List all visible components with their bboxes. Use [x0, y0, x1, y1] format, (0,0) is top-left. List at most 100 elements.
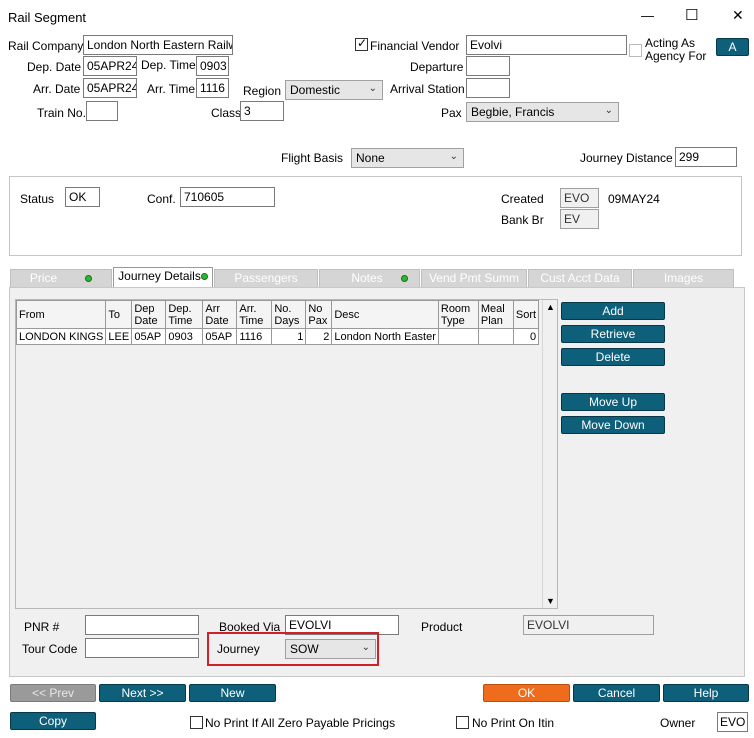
retrieve-button[interactable]: Retrieve: [561, 325, 665, 343]
financial-vendor-field[interactable]: Evolvi: [466, 35, 627, 55]
title-bar: Rail Segment — ☐ ✕: [0, 0, 754, 34]
journey-select[interactable]: SOW ⌄: [285, 639, 376, 659]
arr-time-field[interactable]: 1116: [196, 78, 229, 98]
scroll-up-icon[interactable]: ▲: [546, 302, 555, 312]
tab-images[interactable]: Images: [633, 269, 734, 287]
cancel-button[interactable]: Cancel: [573, 684, 660, 702]
col-header[interactable]: Dep. Time: [165, 300, 204, 329]
minimize-icon[interactable]: —: [641, 8, 654, 23]
tab-passengers[interactable]: Passengers: [214, 269, 318, 287]
class-label: Class: [211, 106, 242, 120]
arr-date-field[interactable]: 05APR24: [83, 78, 137, 98]
flight-basis-select[interactable]: None ⌄: [351, 148, 464, 168]
grid-cell[interactable]: [477, 328, 514, 345]
financial-vendor-checkbox[interactable]: ✓: [355, 36, 368, 51]
tab-price[interactable]: Price: [10, 269, 112, 287]
status-label: Status: [20, 192, 55, 206]
col-header[interactable]: Sort: [512, 300, 540, 329]
col-header[interactable]: Meal Plan: [477, 300, 514, 329]
bank-br-field: EV: [560, 209, 599, 229]
grid-cell[interactable]: 0: [512, 328, 540, 345]
journey-grid: From To Dep Date Dep. Time Arr Date Arr. Tim…: [15, 300, 540, 345]
region-value: Domestic: [290, 83, 341, 97]
dep-time-field[interactable]: 0903: [196, 56, 229, 76]
flight-basis-value: None: [356, 151, 385, 165]
window-title: Rail Segment: [8, 10, 87, 25]
grid-cell[interactable]: 1116: [236, 328, 273, 345]
created-date: 09MAY24: [608, 192, 660, 206]
region-select[interactable]: Domestic ⌄: [285, 80, 383, 100]
dep-date-field[interactable]: 05APR24: [83, 56, 137, 76]
grid-cell[interactable]: 05AP: [202, 328, 238, 345]
next-button[interactable]: Next >>: [99, 684, 186, 702]
tab-price-label: Price: [29, 271, 58, 285]
no-print-itin-checkbox[interactable]: [456, 716, 469, 729]
conf-field[interactable]: 710605: [180, 187, 275, 207]
journey-distance-field[interactable]: 299: [675, 147, 737, 167]
maximize-icon[interactable]: ☐: [685, 6, 698, 24]
train-no-label: Train No.: [37, 106, 86, 120]
delete-button[interactable]: Delete: [561, 348, 665, 366]
tab-cust-acct-data[interactable]: Cust Acct Data: [528, 269, 632, 287]
acting-as-label: Acting As: [645, 36, 696, 50]
move-up-button[interactable]: Move Up: [561, 393, 665, 411]
tab-images-label: Images: [663, 271, 704, 285]
col-header[interactable]: Dep Date: [131, 300, 167, 329]
grid-cell[interactable]: LONDON KINGS: [15, 328, 107, 345]
financial-vendor-label: Financial Vendor: [370, 39, 460, 53]
pax-label: Pax: [441, 106, 462, 120]
col-header[interactable]: To: [105, 300, 133, 329]
a-button[interactable]: A: [716, 38, 749, 56]
rail-company-label: Rail Company: [8, 39, 84, 53]
col-header[interactable]: Room Type: [437, 300, 479, 329]
move-down-button[interactable]: Move Down: [561, 416, 665, 434]
arrival-station-field[interactable]: [466, 78, 510, 98]
train-no-field[interactable]: [86, 101, 118, 121]
col-header[interactable]: No Pax: [305, 300, 333, 329]
no-print-zero-checkbox[interactable]: [190, 716, 203, 729]
col-header[interactable]: Arr. Time: [236, 300, 273, 329]
grid-cell[interactable]: 1: [271, 328, 307, 345]
pax-select[interactable]: Begbie, Francis ⌄: [466, 102, 619, 122]
chevron-down-icon: ⌄: [368, 83, 377, 94]
tour-code-field[interactable]: [85, 638, 199, 658]
rail-company-field[interactable]: London North Eastern Railw: [83, 35, 233, 55]
grid-cell[interactable]: 0903: [165, 328, 204, 345]
departure-field[interactable]: [466, 56, 510, 76]
col-header[interactable]: From: [15, 300, 107, 329]
chevron-down-icon: ⌄: [449, 151, 458, 162]
ok-button[interactable]: OK: [483, 684, 570, 702]
tab-notes[interactable]: Notes: [319, 269, 420, 287]
prev-button[interactable]: << Prev: [10, 684, 96, 702]
grid-cell[interactable]: [437, 328, 479, 345]
close-icon[interactable]: ✕: [732, 7, 744, 24]
conf-label: Conf.: [147, 192, 176, 206]
tab-vend-pmt-summ-label: Vend Pmt Summ: [428, 271, 520, 285]
copy-button[interactable]: Copy: [10, 712, 96, 730]
col-header[interactable]: No. Days: [271, 300, 307, 329]
grid-cell[interactable]: LEE: [105, 328, 133, 345]
col-header[interactable]: Desc: [331, 300, 439, 329]
table-row[interactable]: LONDON KINGS LEE 05AP 0903 05AP 1116 1 2…: [15, 328, 540, 345]
scroll-down-icon[interactable]: ▼: [546, 596, 555, 606]
grid-area: [15, 299, 558, 609]
grid-cell[interactable]: London North Easter: [331, 328, 439, 345]
tab-journey-details[interactable]: Journey Details: [113, 267, 213, 288]
grid-cell[interactable]: 05AP: [131, 328, 167, 345]
pnr-label: PNR #: [24, 620, 60, 634]
pnr-field[interactable]: [85, 615, 199, 635]
vertical-scrollbar[interactable]: ▲ ▼: [542, 300, 557, 608]
bank-br-label: Bank Br: [501, 213, 544, 227]
owner-field[interactable]: EVO: [717, 712, 748, 732]
checkmark-icon: ✓: [357, 36, 368, 50]
acting-as-agency-checkbox[interactable]: [629, 44, 642, 57]
class-field[interactable]: 3: [240, 101, 284, 121]
status-field[interactable]: OK: [65, 187, 100, 207]
tab-vend-pmt-summ[interactable]: Vend Pmt Summ: [421, 269, 527, 287]
help-button[interactable]: Help: [663, 684, 749, 702]
add-button[interactable]: Add: [561, 302, 665, 320]
grid-cell[interactable]: 2: [305, 328, 333, 345]
grid-header-row: From To Dep Date Dep. Time Arr Date Arr. Tim…: [15, 300, 540, 329]
new-button[interactable]: New: [189, 684, 276, 702]
col-header[interactable]: Arr Date: [202, 300, 238, 329]
